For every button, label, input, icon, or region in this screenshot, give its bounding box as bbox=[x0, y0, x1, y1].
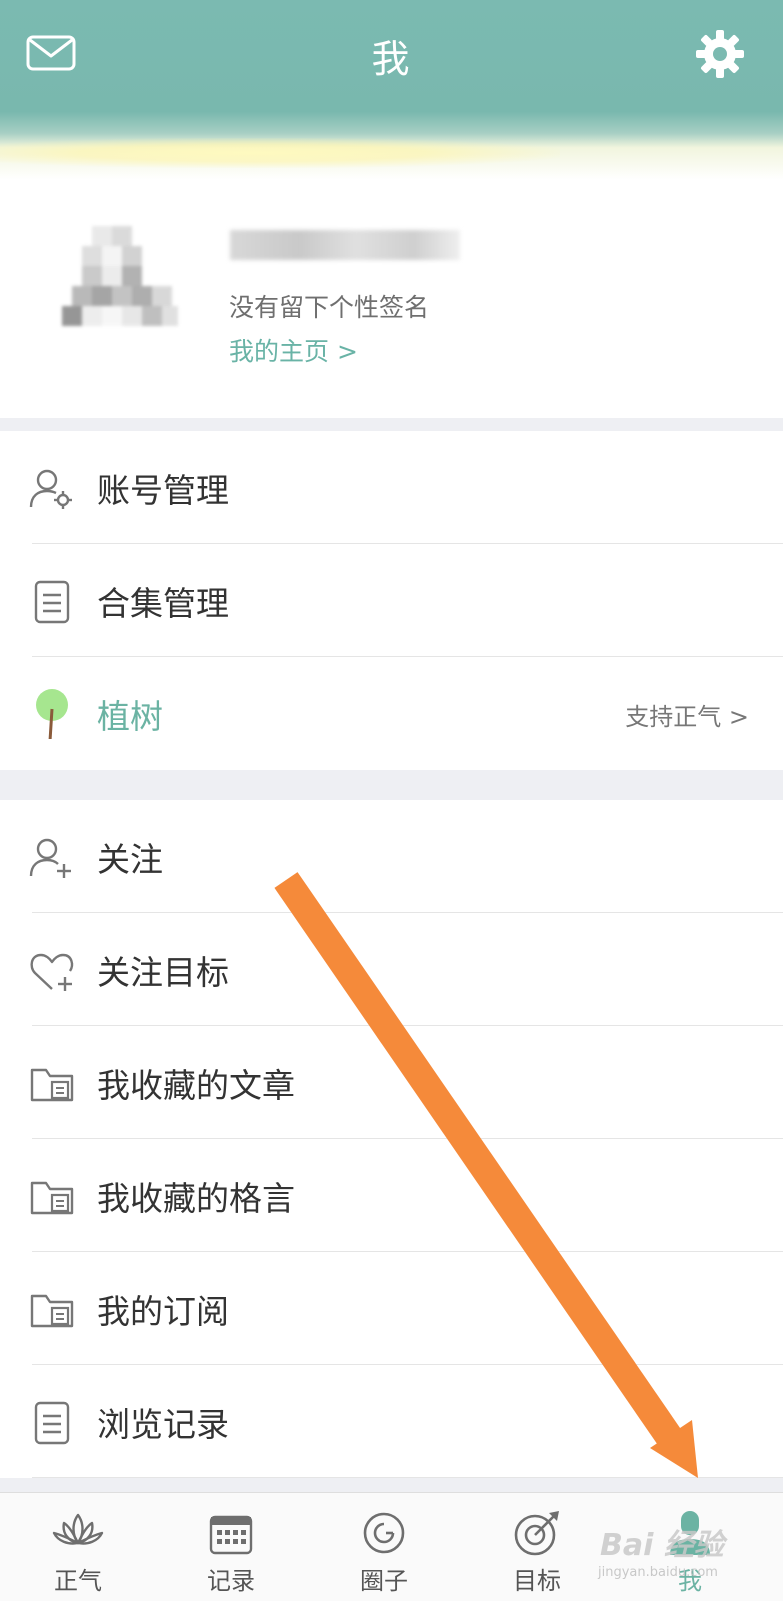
document-icon bbox=[34, 580, 70, 624]
watermark-sub: jingyan.baidu.com bbox=[598, 1565, 718, 1580]
tree-icon bbox=[36, 689, 68, 739]
folder-doc-icon bbox=[30, 1294, 74, 1328]
tab-circle[interactable]: 圈子 bbox=[306, 1493, 462, 1601]
menu-item-following[interactable]: 关注 bbox=[0, 800, 783, 913]
lotus-icon bbox=[52, 1513, 104, 1545]
support-link[interactable]: 支持正气 > bbox=[625, 697, 749, 732]
menu-item-browsing-history[interactable]: 浏览记录 bbox=[0, 1365, 783, 1478]
circle-icon bbox=[363, 1512, 405, 1554]
profile-card[interactable]: 没有留下个性签名 我的主页 > bbox=[0, 180, 783, 418]
menu-group-account: 账号管理 合集管理 植树 支持正气 > bbox=[0, 431, 783, 770]
username-redacted bbox=[230, 230, 460, 260]
watermark: Bai 经验 bbox=[600, 1528, 724, 1563]
tab-zhengqi[interactable]: 正气 bbox=[0, 1493, 156, 1601]
tab-label: 记录 bbox=[207, 1567, 255, 1595]
page-title: 我 bbox=[371, 37, 412, 81]
menu-item-label: 我的订阅 bbox=[97, 1292, 229, 1331]
divider bbox=[32, 1477, 783, 1478]
menu-item-label: 账号管理 bbox=[97, 471, 229, 510]
avatar[interactable] bbox=[62, 224, 178, 340]
menu-item-label: 浏览记录 bbox=[97, 1405, 229, 1444]
menu-item-label: 植树 bbox=[97, 697, 163, 736]
folder-doc-icon bbox=[30, 1068, 74, 1102]
folder-doc-icon bbox=[30, 1181, 74, 1215]
tab-label: 圈子 bbox=[360, 1567, 408, 1595]
menu-group-collections: 关注 关注目标 我收藏的文章 我收藏的格言 我的订阅 浏览记录 bbox=[0, 800, 783, 1478]
target-icon bbox=[514, 1511, 559, 1556]
top-header: 我 bbox=[0, 0, 783, 180]
profile-signature: 没有留下个性签名 bbox=[229, 293, 430, 322]
heart-plus-icon bbox=[30, 953, 74, 991]
menu-item-saved-quotes[interactable]: 我收藏的格言 bbox=[0, 1139, 783, 1252]
menu-item-plant-tree[interactable]: 植树 支持正气 > bbox=[0, 657, 783, 770]
user-gear-icon bbox=[29, 469, 72, 509]
menu-item-label: 我收藏的格言 bbox=[97, 1179, 295, 1218]
menu-item-label: 合集管理 bbox=[97, 584, 229, 623]
menu-item-collection-management[interactable]: 合集管理 bbox=[0, 544, 783, 657]
menu-item-label: 关注目标 bbox=[97, 953, 229, 992]
menu-item-subscriptions[interactable]: 我的订阅 bbox=[0, 1252, 783, 1365]
menu-item-account-management[interactable]: 账号管理 bbox=[0, 431, 783, 544]
menu-item-followed-goals[interactable]: 关注目标 bbox=[0, 913, 783, 1026]
tab-label: 正气 bbox=[54, 1567, 102, 1595]
menu-item-label: 我收藏的文章 bbox=[97, 1066, 295, 1105]
menu-item-label: 关注 bbox=[97, 840, 163, 879]
menu-item-saved-articles[interactable]: 我收藏的文章 bbox=[0, 1026, 783, 1139]
tab-records[interactable]: 记录 bbox=[153, 1493, 309, 1601]
tab-label: 目标 bbox=[513, 1567, 561, 1595]
header-decoration bbox=[0, 138, 560, 168]
gear-icon[interactable] bbox=[694, 28, 746, 80]
document-icon bbox=[34, 1401, 70, 1445]
user-plus-icon bbox=[29, 838, 71, 878]
tab-goals[interactable]: 目标 bbox=[459, 1493, 615, 1601]
calendar-icon bbox=[209, 1515, 253, 1555]
my-homepage-link[interactable]: 我的主页 > bbox=[229, 332, 358, 368]
